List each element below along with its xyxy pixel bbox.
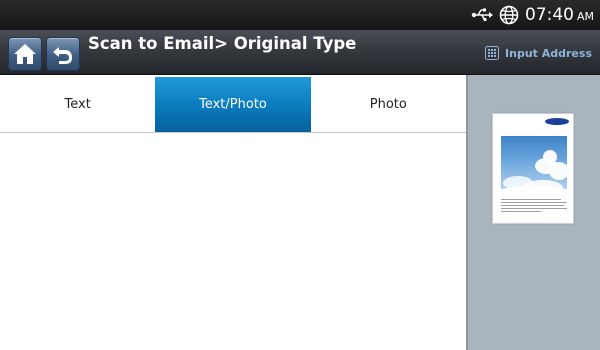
preview-text-line [501, 208, 567, 209]
preview-text-line [501, 202, 567, 203]
preview-text-line [501, 211, 541, 212]
brand-logo [545, 118, 569, 125]
back-icon [53, 47, 72, 64]
tab-text-photo[interactable]: Text/Photo [155, 77, 311, 132]
clock-ampm: AM [576, 10, 594, 23]
original-type-tabs: Text Text/Photo Photo [0, 77, 466, 133]
preview-text-line [501, 205, 564, 206]
status-bar: 07:40 AM [0, 0, 600, 30]
preview-photo [501, 136, 567, 193]
input-address-button[interactable]: Input Address [485, 44, 592, 62]
tab-photo-label: Photo [369, 97, 407, 112]
home-icon [14, 44, 36, 64]
globe-icon [499, 5, 519, 25]
header-bar: Scan to Email> Original Type Input Addre… [0, 30, 600, 75]
tab-text-photo-label: Text/Photo [199, 97, 267, 112]
input-address-label: Input Address [505, 46, 592, 60]
clock-time: 07:40 [524, 5, 574, 25]
status-indicators: 07:40 AM [471, 0, 594, 30]
preview-text-line [501, 199, 561, 200]
document-preview [492, 113, 574, 224]
usb-icon [471, 7, 493, 23]
tab-text-label: Text [64, 97, 91, 112]
page-title: Scan to Email> Original Type [88, 34, 357, 53]
home-button[interactable] [8, 37, 42, 71]
clock: 07:40 AM [525, 5, 594, 25]
back-button[interactable] [46, 37, 80, 71]
tab-text[interactable]: Text [0, 77, 156, 132]
main-content: Text Text/Photo Photo [0, 75, 466, 350]
keypad-icon [485, 46, 500, 60]
preview-panel [466, 75, 600, 350]
tab-photo[interactable]: Photo [310, 77, 466, 132]
